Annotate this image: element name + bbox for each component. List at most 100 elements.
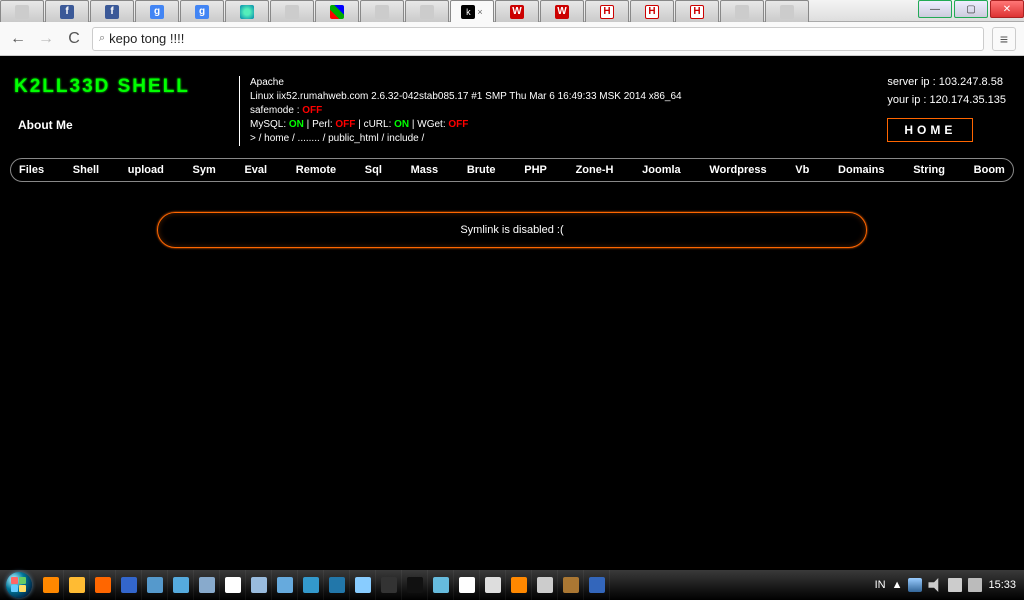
taskbar-app[interactable] [558, 570, 584, 600]
browser-tabs: ffggk×WWHHH [0, 0, 810, 22]
taskbar-app[interactable] [272, 570, 298, 600]
maximize-button[interactable]: ▢ [954, 0, 988, 18]
taskbar-app[interactable] [168, 570, 194, 600]
menu-item-php[interactable]: PHP [524, 164, 547, 176]
taskbar-app[interactable] [506, 570, 532, 600]
path-part[interactable]: / ........ [292, 133, 320, 144]
browser-tab[interactable] [405, 0, 449, 22]
taskbar-app[interactable] [220, 570, 246, 600]
menu-item-string[interactable]: String [913, 164, 945, 176]
tab-favicon-icon: k [461, 5, 475, 19]
browser-tab[interactable]: H [675, 0, 719, 22]
forward-button[interactable]: → [36, 29, 56, 49]
browser-tab[interactable]: H [585, 0, 629, 22]
taskbar-app[interactable] [428, 570, 454, 600]
tray-up-icon[interactable]: ▲ [892, 579, 903, 591]
menu-item-joomla[interactable]: Joomla [642, 164, 681, 176]
chrome-menu-button[interactable]: ≡ [992, 27, 1016, 51]
taskbar-app-icon [173, 577, 189, 593]
menu-item-sym[interactable]: Sym [193, 164, 216, 176]
browser-tab[interactable]: W [495, 0, 539, 22]
taskbar-app-icon [251, 577, 267, 593]
menu-item-shell[interactable]: Shell [73, 164, 99, 176]
menu-item-mass[interactable]: Mass [411, 164, 439, 176]
browser-tab[interactable]: g [180, 0, 224, 22]
url-bar[interactable]: ⌕ kepo tong !!!! [92, 27, 984, 51]
browser-tab[interactable] [225, 0, 269, 22]
taskbar-app[interactable] [142, 570, 168, 600]
taskbar-app[interactable] [298, 570, 324, 600]
browser-tab[interactable] [270, 0, 314, 22]
menu-item-files[interactable]: Files [19, 164, 44, 176]
close-button[interactable]: ✕ [990, 0, 1024, 18]
taskbar-app[interactable] [584, 570, 610, 600]
browser-tab[interactable] [315, 0, 359, 22]
about-link[interactable]: About Me [18, 118, 73, 132]
battery-icon[interactable] [948, 578, 962, 592]
browser-tab[interactable] [0, 0, 44, 22]
taskbar-app[interactable] [246, 570, 272, 600]
taskbar-app[interactable] [324, 570, 350, 600]
browser-tab[interactable] [360, 0, 404, 22]
shell-menubar: Files Shell upload Sym Eval Remote Sql Mass Brut… [10, 158, 1014, 182]
menu-item-upload[interactable]: upload [128, 164, 164, 176]
browser-tab[interactable] [765, 0, 809, 22]
taskbar-app[interactable] [350, 570, 376, 600]
home-button[interactable]: HOME [887, 118, 973, 142]
menu-item-remote[interactable]: Remote [296, 164, 336, 176]
browser-tab[interactable]: W [540, 0, 584, 22]
taskbar-app-icon [95, 577, 111, 593]
taskbar-app[interactable] [454, 570, 480, 600]
menu-item-sql[interactable]: Sql [365, 164, 382, 176]
taskbar-app[interactable] [480, 570, 506, 600]
path-part[interactable]: / home [259, 133, 290, 144]
browser-tab[interactable]: H [630, 0, 674, 22]
back-button[interactable]: ← [8, 29, 28, 49]
menu-item-vb[interactable]: Vb [795, 164, 809, 176]
panel-message: Symlink is disabled :( [460, 224, 563, 236]
volume-icon[interactable] [928, 578, 942, 592]
browser-tab[interactable]: f [45, 0, 89, 22]
taskbar-app[interactable] [38, 570, 64, 600]
search-icon: ⌕ [99, 32, 105, 45]
taskbar-app[interactable] [402, 570, 428, 600]
browser-tab[interactable]: f [90, 0, 134, 22]
start-button[interactable] [0, 570, 38, 600]
taskbar-app[interactable] [90, 570, 116, 600]
taskbar-app-icon [69, 577, 85, 593]
path-part[interactable]: / public_html [323, 133, 379, 144]
menu-item-brute[interactable]: Brute [467, 164, 496, 176]
path-part[interactable]: / include [381, 133, 418, 144]
menu-item-boom[interactable]: Boom [974, 164, 1005, 176]
browser-tab[interactable]: k× [450, 0, 494, 22]
taskbar-app[interactable] [532, 570, 558, 600]
action-center-icon[interactable] [968, 578, 982, 592]
network-icon[interactable] [908, 578, 922, 592]
taskbar-app-icon [225, 577, 241, 593]
tray-lang[interactable]: IN [875, 579, 886, 591]
taskbar-app[interactable] [116, 570, 142, 600]
tab-favicon-icon: g [195, 5, 209, 19]
window-titlebar: ffggk×WWHHH — ▢ ✕ [0, 0, 1024, 22]
taskbar-app[interactable] [194, 570, 220, 600]
taskbar-app[interactable] [376, 570, 402, 600]
menu-item-domains[interactable]: Domains [838, 164, 884, 176]
clock[interactable]: 15:33 [988, 579, 1016, 591]
taskbar-app[interactable] [64, 570, 90, 600]
menu-item-zone-h[interactable]: Zone-H [576, 164, 614, 176]
taskbar-app-icon [511, 577, 527, 593]
tab-favicon-icon [375, 5, 389, 19]
menu-item-eval[interactable]: Eval [244, 164, 267, 176]
tab-favicon-icon: f [60, 5, 74, 19]
tab-close-icon[interactable]: × [477, 7, 482, 17]
path-part[interactable]: / [422, 133, 425, 144]
minimize-button[interactable]: — [918, 0, 952, 18]
reload-button[interactable]: C [64, 29, 84, 49]
taskbar-app-icon [303, 577, 319, 593]
window-buttons: — ▢ ✕ [916, 0, 1024, 18]
taskbar-app-icon [329, 577, 345, 593]
browser-tab[interactable] [720, 0, 764, 22]
browser-tab[interactable]: g [135, 0, 179, 22]
menu-item-wordpress[interactable]: Wordpress [709, 164, 766, 176]
tab-favicon-icon: g [150, 5, 164, 19]
